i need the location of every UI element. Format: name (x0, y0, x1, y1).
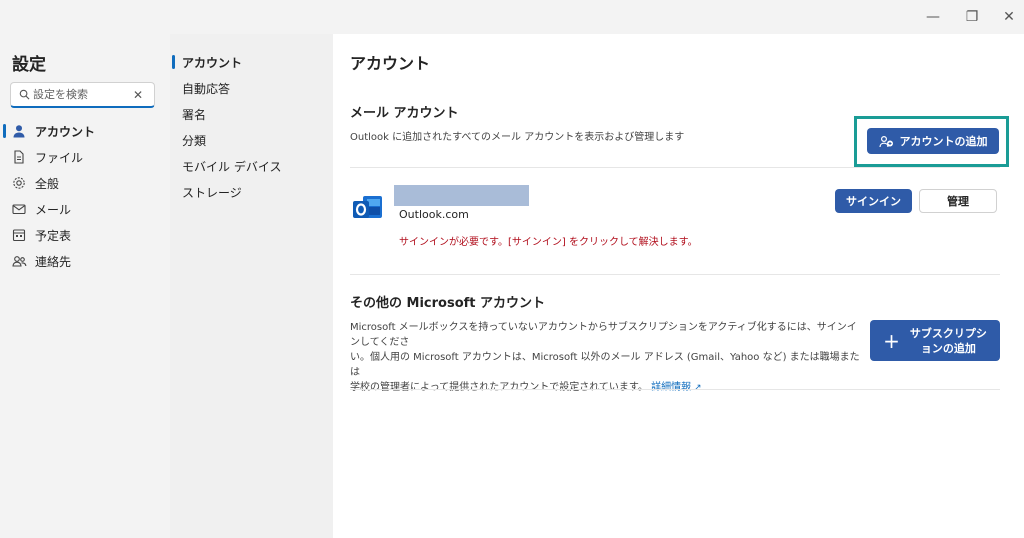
settings-nav: 設定 ✕ アカウント ファイル 全般 (0, 34, 170, 538)
subnav-item-signatures[interactable]: 署名 (170, 101, 333, 127)
add-subscription-label-line: ョンの追加 (920, 341, 976, 355)
nav-item-general[interactable]: 全般 (0, 170, 170, 196)
description-line: い。個人用の Microsoft アカウントは、Microsoft 以外のメール… (350, 352, 860, 378)
external-link-icon: ↗ (691, 383, 702, 393)
mail-accounts-description: Outlook に追加されたすべてのメール アカウントを表示および管理します (350, 132, 685, 143)
signin-button[interactable]: サインイン (835, 189, 912, 213)
description-line: 学校の管理者によって提供されたアカウントで設定されています。 詳細情報 ↗ (350, 380, 860, 396)
document-icon (11, 149, 27, 165)
subnav-item-accounts[interactable]: アカウント (170, 49, 333, 75)
subnav-item-auto-replies[interactable]: 自動応答 (170, 75, 333, 101)
mail-icon (11, 201, 27, 217)
page-title: アカウント (350, 54, 431, 73)
title-bar: — ❐ ✕ (0, 0, 1024, 34)
search-icon (15, 89, 33, 100)
nav-item-label: 連絡先 (35, 254, 72, 269)
add-subscription-label-line: サブスクリプシ (909, 326, 987, 340)
person-icon (11, 123, 27, 139)
nav-item-calendar[interactable]: 予定表 (0, 222, 170, 248)
nav-item-contacts[interactable]: 連絡先 (0, 248, 170, 274)
search-input[interactable] (33, 88, 129, 101)
signin-error-message: サインインが必要です。[サインイン] をクリックして解決します。 (399, 237, 698, 248)
calendar-icon (11, 227, 27, 243)
add-subscription-button[interactable]: + サブスクリプシ ョンの追加 (870, 320, 1000, 361)
restore-button[interactable]: ❐ (957, 6, 987, 28)
divider (350, 167, 1000, 168)
add-account-button[interactable]: アカウントの追加 (867, 128, 999, 154)
search-box[interactable]: ✕ (10, 82, 155, 108)
nav-item-files[interactable]: ファイル (0, 144, 170, 170)
add-person-icon (878, 135, 894, 148)
nav-list: アカウント ファイル 全般 メール 予定表 連絡先 (0, 118, 170, 274)
subnav-item-mobile-devices[interactable]: モバイル デバイス (170, 153, 333, 179)
other-accounts-title: その他の Microsoft アカウント (350, 296, 546, 311)
close-button[interactable]: ✕ (994, 6, 1024, 28)
other-accounts-description: Microsoft メールボックスを持っていないアカウントからサブスクリプション… (350, 320, 860, 396)
subnav-item-storage[interactable]: ストレージ (170, 179, 333, 205)
account-subnav: アカウント 自動応答 署名 分類 モバイル デバイス ストレージ (170, 34, 333, 538)
people-icon (11, 253, 27, 269)
minimize-button[interactable]: — (918, 6, 948, 28)
main-panel: アカウント メール アカウント Outlook に追加されたすべてのメール アカ… (333, 34, 1024, 538)
nav-item-label: ファイル (35, 150, 84, 165)
description-text: 学校の管理者によって提供されたアカウントで設定されています。 (350, 382, 648, 393)
nav-item-label: メール (35, 202, 72, 217)
clear-search-icon[interactable]: ✕ (133, 88, 143, 102)
mail-accounts-title: メール アカウント (350, 106, 459, 121)
learn-more-link[interactable]: 詳細情報 (651, 382, 691, 393)
nav-item-label: 全般 (35, 176, 60, 191)
nav-item-account[interactable]: アカウント (0, 118, 170, 144)
add-account-label: アカウントの追加 (899, 135, 988, 148)
subnav-list: アカウント 自動応答 署名 分類 モバイル デバイス ストレージ (170, 49, 333, 205)
nav-title: 設定 (12, 55, 46, 75)
manage-button[interactable]: 管理 (919, 189, 997, 213)
account-type: Outlook.com (399, 208, 469, 221)
divider (350, 274, 1000, 275)
nav-item-mail[interactable]: メール (0, 196, 170, 222)
divider (350, 389, 1000, 390)
description-line: Microsoft メールボックスを持っていないアカウントからサブスクリプション… (350, 322, 857, 348)
subnav-item-categories[interactable]: 分類 (170, 127, 333, 153)
outlook-logo-icon (352, 193, 384, 227)
redacted-email-address (394, 185, 529, 206)
gear-icon (11, 175, 27, 191)
add-subscription-label: サブスクリプシ ョンの追加 (910, 326, 987, 356)
plus-icon: + (883, 328, 900, 353)
nav-item-label: アカウント (35, 124, 96, 139)
nav-item-label: 予定表 (35, 228, 72, 243)
